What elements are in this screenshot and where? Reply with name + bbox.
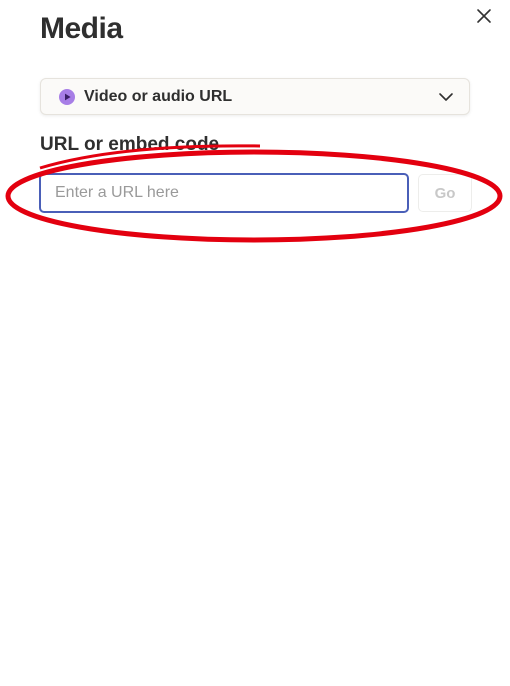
- dialog-title: Media: [40, 12, 123, 45]
- go-button[interactable]: Go: [418, 174, 472, 212]
- chevron-down-icon: [437, 88, 455, 106]
- media-source-dropdown[interactable]: Video or audio URL: [40, 78, 470, 115]
- media-source-selected: Video or audio URL: [84, 87, 233, 105]
- url-embed-label: URL or embed code: [40, 134, 220, 155]
- close-icon[interactable]: [474, 6, 494, 26]
- play-circle-icon: [59, 88, 75, 105]
- media-dialog: Media Video or audio URL URL or embed co…: [0, 0, 510, 686]
- url-input[interactable]: [39, 173, 409, 213]
